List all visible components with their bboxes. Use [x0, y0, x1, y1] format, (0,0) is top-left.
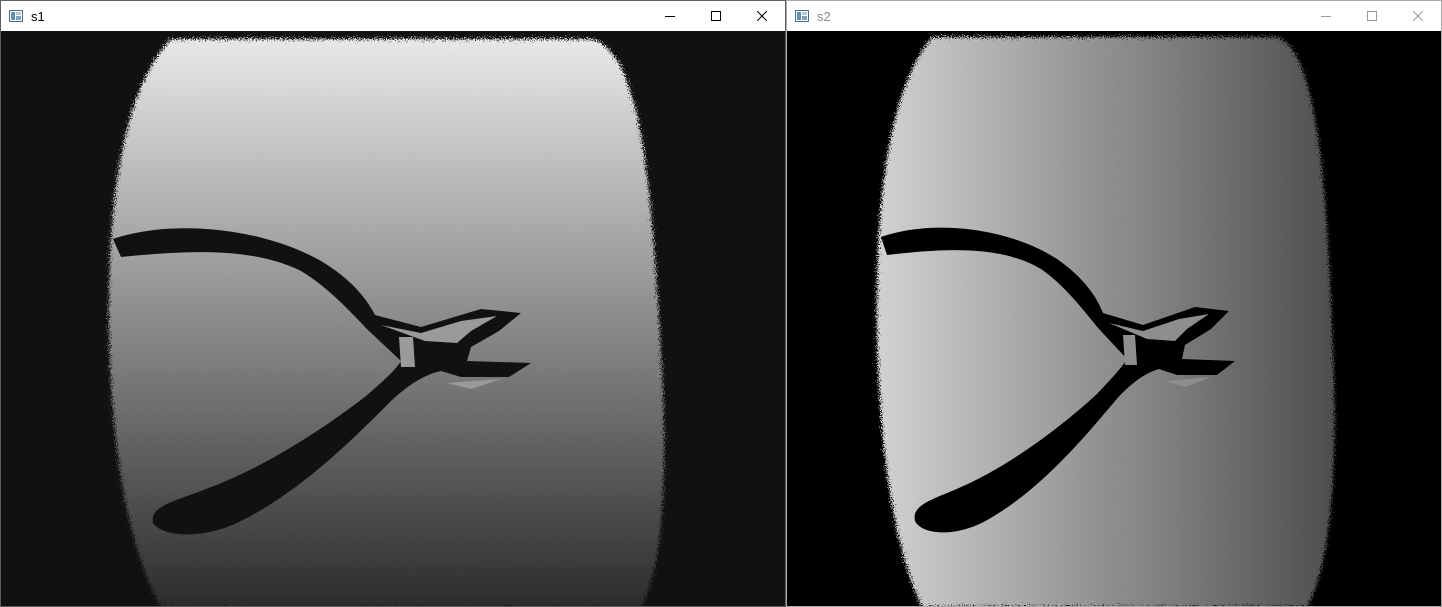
titlebar-s2[interactable]: s2 — [787, 1, 1441, 31]
grayscale-image — [1, 31, 785, 606]
maximize-button[interactable] — [693, 1, 739, 31]
close-button[interactable] — [739, 1, 785, 31]
maximize-icon — [711, 11, 721, 21]
app-window-icon — [8, 8, 24, 24]
window-title: s1 — [31, 8, 45, 24]
minimize-icon — [665, 16, 675, 17]
window-s2[interactable]: s2 — [786, 0, 1442, 607]
grayscale-image — [787, 31, 1441, 606]
close-icon — [757, 11, 767, 21]
titlebar-s1[interactable]: s1 — [1, 1, 785, 31]
window-s1[interactable]: s1 — [0, 0, 786, 607]
close-button[interactable] — [1395, 1, 1441, 31]
minimize-button[interactable] — [647, 1, 693, 31]
image-canvas-s2 — [787, 31, 1441, 606]
minimize-button[interactable] — [1303, 1, 1349, 31]
app-window-icon — [794, 8, 810, 24]
maximize-icon — [1367, 11, 1377, 21]
window-title: s2 — [817, 8, 831, 24]
close-icon — [1413, 11, 1423, 21]
minimize-icon — [1321, 16, 1331, 17]
image-canvas-s1 — [1, 31, 785, 606]
maximize-button[interactable] — [1349, 1, 1395, 31]
desktop: s1 s2 — [0, 0, 1442, 607]
